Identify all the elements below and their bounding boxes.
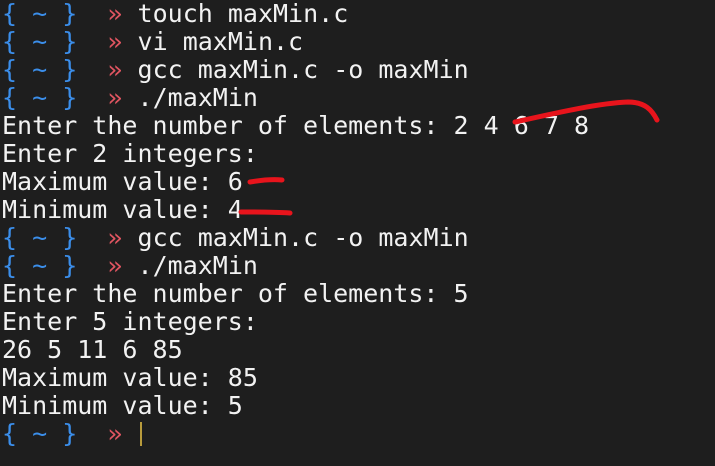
prompt-line: { ~ } » vi maxMin.c: [2, 28, 303, 56]
prompt-open-brace: {: [2, 223, 18, 252]
prompt-open-brace: {: [2, 55, 18, 84]
prompt-open-brace: {: [2, 83, 18, 112]
active-prompt-line[interactable]: { ~ } »: [2, 420, 142, 448]
text-cursor: [139, 422, 142, 446]
prompt-arrow-icon: »: [107, 419, 123, 448]
prompt-close-brace: }: [62, 419, 78, 448]
command-text: touch maxMin.c: [137, 0, 349, 28]
prompt-close-brace: }: [62, 55, 78, 84]
prompt-home-tilde: ~: [32, 83, 48, 112]
prompt-arrow-icon: »: [107, 27, 123, 56]
prompt-open-brace: {: [2, 27, 18, 56]
prompt-open-brace: {: [2, 0, 18, 28]
prompt-line: { ~ } » ./maxMin: [2, 252, 258, 280]
prompt-home-tilde: ~: [32, 223, 48, 252]
prompt-close-brace: }: [62, 27, 78, 56]
prompt-line: { ~ } » gcc maxMin.c -o maxMin: [2, 224, 469, 252]
prompt-line: { ~ } » ./maxMin: [2, 84, 258, 112]
output-line: 26 5 11 6 85: [2, 335, 183, 364]
output-line: Minimum value: 4: [2, 195, 243, 224]
command-text: ./maxMin: [137, 83, 258, 112]
command-text: ./maxMin: [137, 251, 258, 280]
prompt-home-tilde: ~: [32, 0, 48, 28]
terminal-window[interactable]: { ~ } » touch maxMin.c { ~ } » vi maxMin…: [0, 0, 715, 466]
annotation-underline-minimum: [238, 209, 293, 216]
output-line: Maximum value: 85: [2, 363, 258, 392]
prompt-line: { ~ } » touch maxMin.c: [2, 0, 348, 28]
prompt-home-tilde: ~: [32, 55, 48, 84]
prompt-line: { ~ } » gcc maxMin.c -o maxMin: [2, 56, 469, 84]
prompt-close-brace: }: [62, 223, 78, 252]
prompt-home-tilde: ~: [32, 27, 48, 56]
prompt-arrow-icon: »: [107, 251, 123, 280]
prompt-open-brace: {: [2, 251, 18, 280]
command-text: gcc maxMin.c -o maxMin: [137, 55, 469, 84]
prompt-close-brace: }: [62, 251, 78, 280]
annotation-strike-maximum: [247, 177, 285, 185]
output-line: Minimum value: 5: [2, 391, 243, 420]
output-line: Maximum value: 6: [2, 167, 243, 196]
output-line: Enter 5 integers:: [2, 307, 258, 336]
prompt-open-brace: {: [2, 419, 18, 448]
prompt-close-brace: }: [62, 0, 78, 28]
command-text: vi maxMin.c: [137, 27, 304, 56]
output-line: Enter the number of elements: 2 4 6 7 8: [2, 111, 589, 140]
prompt-arrow-icon: »: [107, 223, 123, 252]
prompt-arrow-icon: »: [107, 55, 123, 84]
prompt-home-tilde: ~: [32, 251, 48, 280]
prompt-arrow-icon: »: [107, 83, 123, 112]
command-text: gcc maxMin.c -o maxMin: [137, 223, 469, 252]
output-line: Enter 2 integers:: [2, 139, 258, 168]
prompt-close-brace: }: [62, 83, 78, 112]
output-line: Enter the number of elements: 5: [2, 279, 469, 308]
prompt-home-tilde: ~: [32, 419, 48, 448]
prompt-arrow-icon: »: [107, 0, 123, 28]
